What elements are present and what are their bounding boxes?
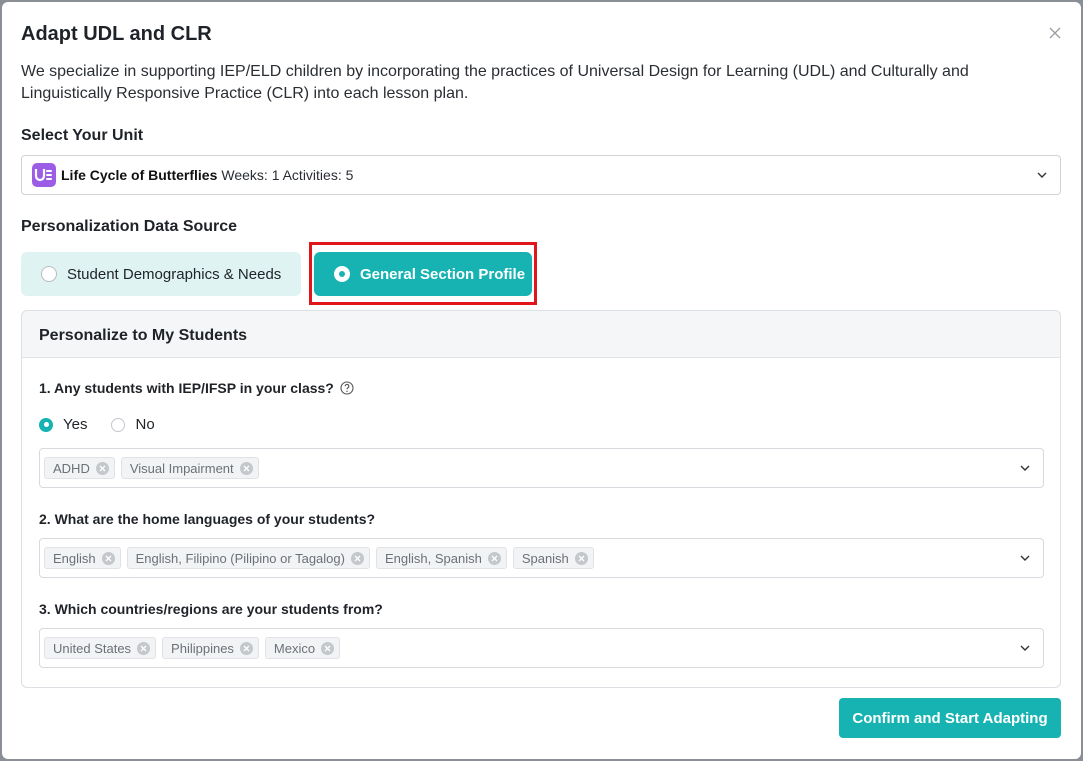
adapt-modal: Adapt UDL and CLR We specialize in suppo… [2, 2, 1081, 759]
remove-tag-icon[interactable] [95, 461, 109, 475]
tag-mexico: Mexico [264, 637, 341, 659]
question-3-label: 3. Which countries/regions are your stud… [39, 601, 383, 617]
question-2: 2. What are the home languages of your s… [39, 511, 375, 527]
radio-unselected-icon [41, 266, 57, 282]
chevron-down-icon [1019, 552, 1031, 564]
confirm-start-adapting-button[interactable]: Confirm and Start Adapting [839, 698, 1061, 738]
tag-label: English, Spanish [384, 550, 482, 566]
tag-english-filipino: English, Filipino (Pilipino or Tagalog) [126, 547, 370, 569]
tag-label: Philippines [171, 640, 234, 656]
yes-label: Yes [63, 416, 88, 433]
remove-tag-icon[interactable] [574, 551, 588, 565]
tag-philippines: Philippines [162, 637, 259, 659]
question-1: 1. Any students with IEP/IFSP in your cl… [39, 380, 354, 396]
remove-tag-icon[interactable] [239, 641, 253, 655]
radio-selected-icon [334, 266, 350, 282]
tag-visual-impairment: Visual Impairment [120, 457, 259, 479]
tag-label: Mexico [273, 640, 316, 656]
chevron-down-icon [1019, 462, 1031, 474]
source-option-label: Student Demographics & Needs [67, 265, 282, 283]
remove-tag-icon[interactable] [321, 641, 335, 655]
personalize-form: 1. Any students with IEP/IFSP in your cl… [22, 357, 1060, 687]
unit-select[interactable]: Life Cycle of Butterflies Weeks: 1 Activ… [21, 155, 1061, 195]
question-2-label: 2. What are the home languages of your s… [39, 511, 376, 527]
tag-label: ADHD [53, 460, 90, 476]
panel-title: Personalize to My Students [39, 327, 248, 344]
modal-title: Adapt UDL and CLR [21, 23, 212, 45]
remove-tag-icon[interactable] [239, 461, 253, 475]
personalize-panel: Personalize to My Students 1. Any studen… [21, 310, 1061, 688]
unit-name: Life Cycle of Butterflies [61, 167, 218, 183]
tag-united-states: United States [44, 637, 157, 659]
close-icon [1049, 27, 1061, 39]
iep-yes-radio[interactable]: Yes [39, 416, 87, 433]
tag-english-spanish: English, Spanish [375, 547, 507, 569]
remove-tag-icon[interactable] [137, 641, 151, 655]
radio-unselected-icon [111, 417, 126, 432]
chevron-down-icon [1019, 642, 1031, 654]
tag-label: United States [53, 640, 132, 656]
unit-logo-icon [32, 163, 56, 187]
remove-tag-icon[interactable] [487, 551, 501, 565]
source-option-label: General Section Profile [360, 265, 526, 283]
source-option-general-section-profile[interactable]: General Section Profile [314, 252, 532, 296]
question-1-label: 1. Any students with IEP/IFSP in your cl… [39, 380, 334, 396]
source-section-label: Personalization Data Source [21, 218, 238, 235]
iep-multiselect[interactable]: ADHD Visual Impairment [39, 448, 1044, 488]
question-3: 3. Which countries/regions are your stud… [39, 601, 383, 617]
languages-multiselect[interactable]: English English, Filipino (Pilipino or T… [39, 538, 1044, 578]
modal-description: We specialize in supporting IEP/ELD chil… [21, 63, 969, 102]
chevron-down-icon [1036, 169, 1048, 181]
tag-spanish: Spanish [512, 547, 594, 569]
tag-label: English [53, 550, 96, 566]
unit-section-label: Select Your Unit [21, 127, 144, 144]
radio-selected-icon [39, 417, 53, 432]
tag-label: Visual Impairment [129, 460, 234, 476]
unit-meta: Weeks: 1 Activities: 5 [221, 167, 354, 183]
source-option-student-demographics[interactable]: Student Demographics & Needs [21, 252, 301, 296]
help-icon[interactable] [340, 381, 354, 395]
remove-tag-icon[interactable] [101, 551, 115, 565]
remove-tag-icon[interactable] [350, 551, 364, 565]
tag-english: English [44, 547, 121, 569]
tag-label: English, Filipino (Pilipino or Tagalog) [135, 550, 345, 566]
countries-multiselect[interactable]: United States Philippines Mexico [39, 628, 1044, 668]
tag-adhd: ADHD [44, 457, 115, 479]
no-label: No [135, 416, 155, 433]
close-button[interactable] [1046, 24, 1064, 42]
iep-radio-group: Yes No [39, 416, 179, 433]
iep-no-radio[interactable]: No [111, 416, 155, 433]
tag-label: Spanish [521, 550, 569, 566]
